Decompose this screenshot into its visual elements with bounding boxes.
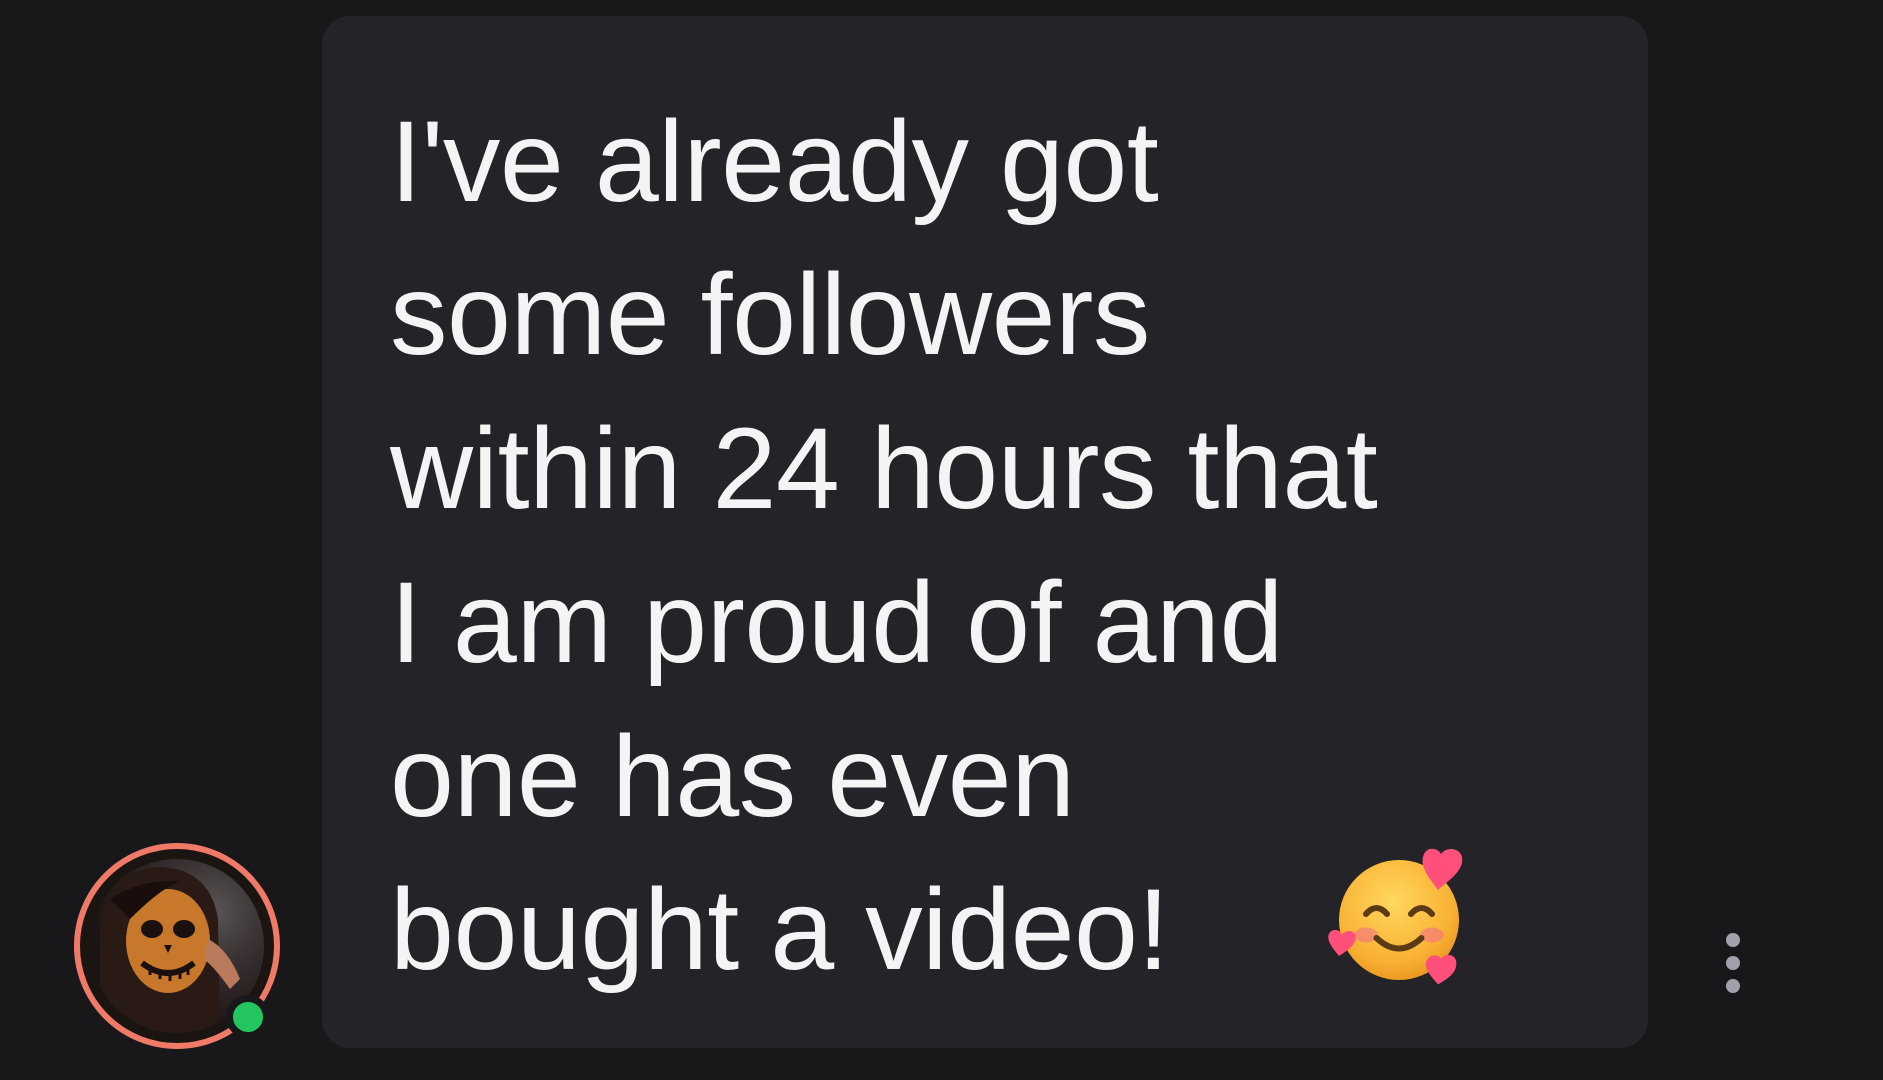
more-vertical-icon-dot-1: [1726, 933, 1740, 947]
message-line-1: I've already got: [390, 98, 1159, 226]
message-line-5: one has even: [390, 713, 1075, 841]
message-line-3: within 24 hours that: [390, 405, 1378, 533]
sender-avatar-wrap[interactable]: [74, 843, 292, 1061]
chat-area: I've already got some followers within 2…: [0, 0, 1883, 1080]
message-line-4: I am proud of and: [390, 559, 1283, 687]
smiling-face-with-hearts-icon: [1328, 848, 1463, 985]
more-vertical-icon-dot-2: [1726, 956, 1740, 970]
online-status-dot: [226, 995, 270, 1039]
more-vertical-icon-dot-3: [1726, 979, 1740, 993]
message-line-6: bought a video!: [390, 866, 1169, 994]
more-options-button[interactable]: [1713, 918, 1753, 1008]
message-line-2: some followers: [390, 251, 1150, 379]
